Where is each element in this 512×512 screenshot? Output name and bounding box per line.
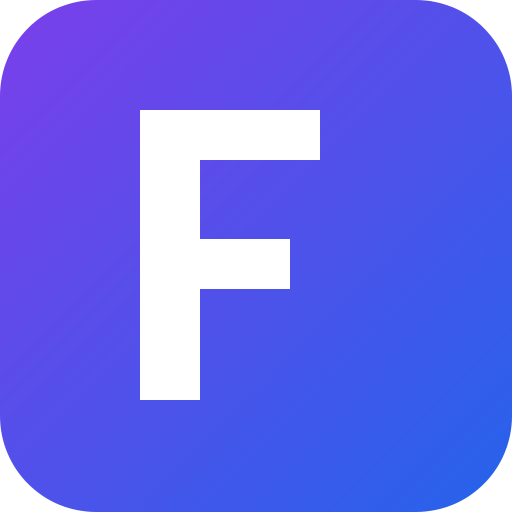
app-icon-graphic: F — [0, 0, 512, 512]
app-icon: F — [0, 0, 512, 512]
